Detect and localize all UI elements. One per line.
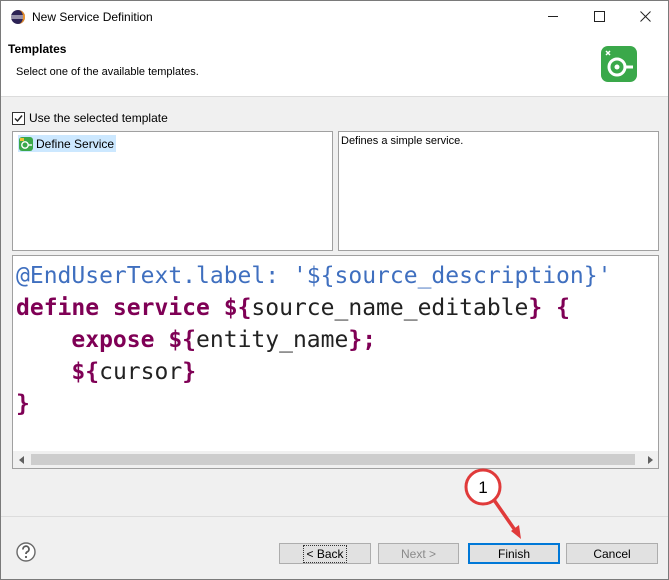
code-var-open: ${ <box>168 327 197 353</box>
cancel-label: Cancel <box>593 546 631 561</box>
code-variable: entity_name <box>196 327 349 353</box>
code-var-open: ${ <box>223 295 252 321</box>
dialog-window: New Service Definition Templates Select … <box>0 0 669 580</box>
horizontal-scrollbar[interactable] <box>13 451 658 468</box>
scroll-thumb[interactable] <box>31 454 635 465</box>
page-title: Templates <box>8 42 67 56</box>
window-title: New Service Definition <box>32 10 153 24</box>
code-variable: source_name_editable <box>251 295 529 321</box>
wizard-header: Templates Select one of the available te… <box>1 32 668 97</box>
eclipse-icon <box>11 10 25 24</box>
code-line-3: expose ${entity_name}; <box>16 327 376 353</box>
maximize-icon <box>593 11 605 22</box>
code-variable: cursor <box>99 359 183 385</box>
template-list[interactable]: Define Service <box>12 131 333 251</box>
footer-separator <box>1 516 668 517</box>
code-var-open: ${ <box>16 359 100 385</box>
scroll-right-button[interactable] <box>641 451 658 468</box>
template-preview[interactable]: @EndUserText.label: '${source_descriptio… <box>12 255 659 469</box>
code-annotation: @EndUserText.label: <box>16 263 293 289</box>
step-callout: 1 <box>464 468 521 539</box>
service-definition-icon <box>601 46 637 82</box>
code-var-close: } <box>182 359 197 385</box>
template-item-define-service[interactable]: Define Service <box>18 135 117 152</box>
code-keyword: define service <box>16 295 224 321</box>
code-preview: @EndUserText.label: '${source_descriptio… <box>16 260 611 420</box>
code-line-1: @EndUserText.label: '${source_descriptio… <box>16 263 611 289</box>
page-description: Select one of the available templates. <box>16 66 199 78</box>
code-keyword: expose <box>16 327 169 353</box>
checkmark-icon <box>14 114 23 122</box>
back-label: < Back <box>303 544 347 563</box>
code-string: '${source_description}' <box>292 263 612 289</box>
close-button[interactable] <box>622 1 668 32</box>
back-button[interactable]: < Back <box>279 543 371 564</box>
service-template-icon <box>19 136 33 151</box>
callout-number: 1 <box>478 478 487 497</box>
finish-label: Finish <box>497 546 530 561</box>
code-var-close: }; <box>348 327 377 353</box>
use-template-label: Use the selected template <box>29 111 168 125</box>
minimize-icon <box>548 16 558 17</box>
title-bar: New Service Definition <box>1 1 668 32</box>
cancel-button[interactable]: Cancel <box>566 543 658 564</box>
template-description: Defines a simple service. <box>341 135 464 147</box>
template-description-panel: Defines a simple service. <box>338 131 659 251</box>
arrow-left-icon <box>18 455 24 464</box>
minimize-button[interactable] <box>530 1 576 32</box>
code-line-4: ${cursor} <box>16 359 196 385</box>
next-label: Next > <box>400 546 436 561</box>
code-line-5: } <box>16 391 30 417</box>
next-button[interactable]: Next > <box>378 543 459 564</box>
arrow-right-icon <box>647 455 653 464</box>
finish-button[interactable]: Finish <box>468 543 560 564</box>
close-icon <box>639 11 651 22</box>
code-line-2: define service ${source_name_editable} { <box>16 295 570 321</box>
code-var-close: } { <box>528 295 570 321</box>
maximize-button[interactable] <box>576 1 622 32</box>
use-template-checkbox[interactable] <box>12 111 25 125</box>
scroll-left-button[interactable] <box>13 451 30 468</box>
use-template-option[interactable]: Use the selected template <box>12 111 168 125</box>
help-icon[interactable] <box>16 542 36 562</box>
code-brace: } <box>16 391 30 417</box>
template-item-label: Define Service <box>36 136 115 151</box>
